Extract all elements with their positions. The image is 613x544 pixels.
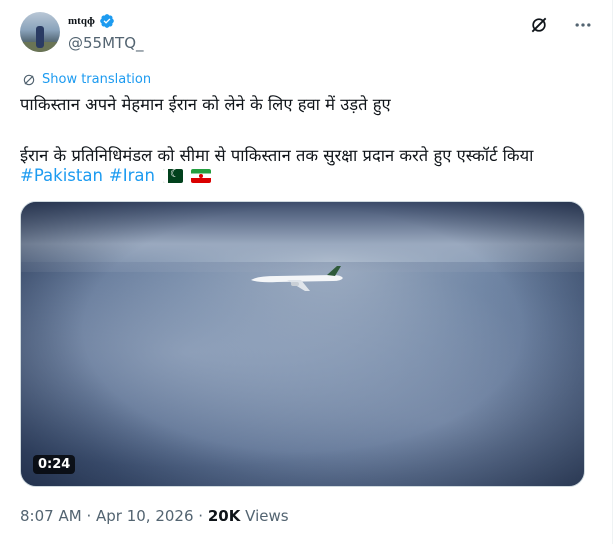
tweet-top-actions [528, 14, 594, 36]
more-options-icon[interactable] [572, 14, 594, 36]
translate-icon [23, 74, 35, 85]
verified-badge-icon [100, 14, 114, 28]
show-translation-link[interactable]: Show translation [22, 72, 151, 87]
meta-separator-2: · [198, 507, 204, 525]
pakistan-flag-icon [162, 168, 183, 183]
video-duration-badge: 0:24 [33, 455, 76, 474]
tweet-card: mtqɸ @55MTQ_ Show translation पाकिस्तान … [0, 0, 613, 544]
hashtag-iran[interactable]: #Iran [109, 166, 155, 185]
tweet-hashtag-line: #Pakistan #Iran [20, 166, 211, 185]
avatar[interactable] [20, 12, 60, 52]
tweet-date[interactable]: Apr 10, 2026 [96, 507, 194, 525]
tweet-text-line-2: ईरान के प्रतिनिधिमंडल को सीमा से पाकिस्त… [20, 146, 534, 165]
grok-icon[interactable] [528, 14, 550, 36]
views-count: 20K [207, 507, 241, 525]
iran-flag-icon [190, 168, 211, 183]
author-display-name[interactable]: mtqɸ [68, 15, 95, 27]
tweet-text-line-1: पाकिस्तान अपने मेहमान ईरान को लेने के लि… [20, 95, 391, 114]
tweet-time[interactable]: 8:07 AM [20, 507, 82, 525]
hashtag-pakistan[interactable]: #Pakistan [20, 166, 103, 185]
avatar-figure [36, 26, 44, 48]
tweet-meta: 8:07 AM · Apr 10, 2026 · 20K Views [20, 507, 289, 525]
views-label: Views [245, 507, 289, 525]
show-translation-label[interactable]: Show translation [42, 72, 151, 87]
meta-separator: · [86, 507, 92, 525]
author-handle[interactable]: @55MTQ_ [68, 34, 144, 52]
video-player[interactable] [20, 201, 585, 487]
author-name-row[interactable]: mtqɸ [68, 13, 115, 29]
video-vignette [21, 202, 584, 486]
